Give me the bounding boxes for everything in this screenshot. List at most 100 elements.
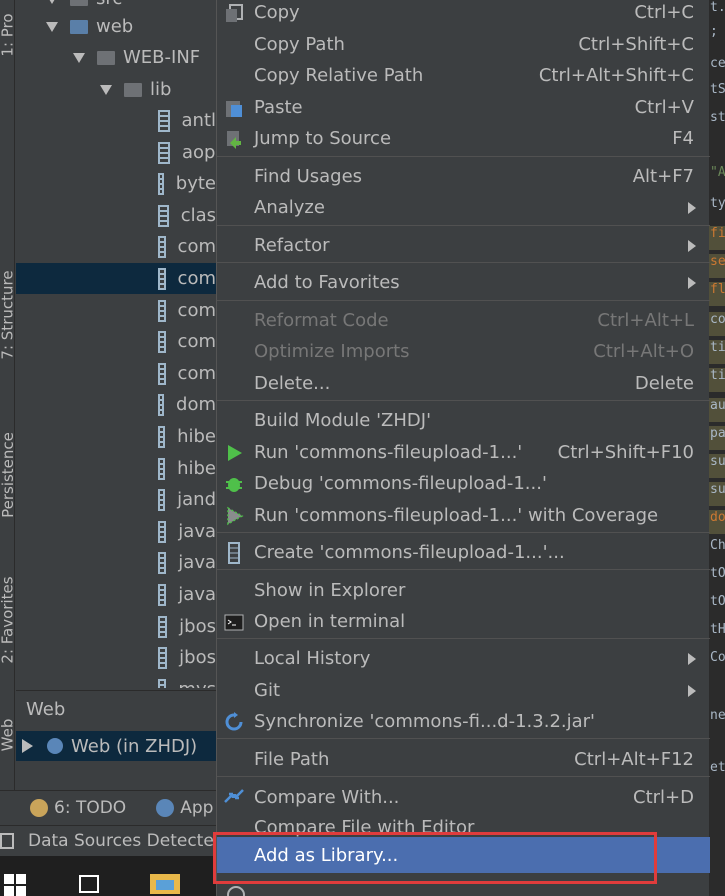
editor-code-line: Ch <box>710 538 725 553</box>
menu-item-create-configuration[interactable]: Create 'commons-fileupload-1...'... <box>217 537 710 568</box>
menu-item-jump-to-source[interactable]: Jump to Source F4 <box>217 123 710 154</box>
jar-file-icon <box>158 267 166 290</box>
menu-item-paste[interactable]: Paste Ctrl+V <box>217 92 710 123</box>
tree-row-label: java <box>178 521 216 542</box>
menu-item-find-usages[interactable]: Find Usages Alt+F7 <box>217 161 710 192</box>
project-tool-tab[interactable]: 1: Pro <box>0 0 17 70</box>
web-facet-item[interactable]: Web (in ZHDJ) <box>16 731 216 761</box>
editor-code-line: ; <box>710 24 718 39</box>
tree-row-label: jand <box>177 489 216 510</box>
folder-icon <box>70 0 88 6</box>
menu-item-open-in-terminal[interactable]: Open in terminal <box>217 606 710 637</box>
web-tool-tab[interactable]: Web <box>0 700 17 770</box>
menu-item-local-history[interactable]: Local History <box>217 643 710 674</box>
editor-code-line: "A <box>710 165 725 180</box>
tree-row-jar[interactable]: com <box>16 263 216 294</box>
tree-row-jar[interactable]: jbos <box>16 611 216 642</box>
tree-row-jar[interactable]: dom <box>16 389 216 420</box>
editor-area[interactable]: t.; ce tS st "A ty fi se fl co ti ti au pa su su do Ch tO t… <box>708 0 725 896</box>
editor-code-line: ty <box>710 196 725 211</box>
collapse-arrow-icon[interactable] <box>46 0 58 4</box>
project-tree: src web WEB-INF lib antlaopbyteclascomco… <box>16 0 216 688</box>
jar-file-icon <box>158 488 166 511</box>
persistence-tool-tab[interactable]: Persistence <box>0 420 17 530</box>
jar-file-icon <box>158 615 168 638</box>
editor-code-line: tO <box>710 566 725 581</box>
folder-icon <box>97 50 115 65</box>
menu-item-add-as-library[interactable]: Add as Library... <box>217 837 710 873</box>
menu-item-show-in-explorer[interactable]: Show in Explorer <box>217 575 710 606</box>
jar-file-icon <box>158 299 166 322</box>
left-tool-strip: 1: Pro 7: Structure Persistence 2: Favor… <box>0 0 17 790</box>
menu-item-delete[interactable]: Delete... Delete <box>217 368 710 399</box>
editor-code-line: ne <box>710 708 725 723</box>
menu-item-run[interactable]: Run 'commons-fileupload-1...' Ctrl+Shift… <box>217 437 710 468</box>
tree-row-jar[interactable]: hibe <box>16 453 216 484</box>
tree-row-jar[interactable]: byte <box>16 168 216 199</box>
menu-item-compare-with-editor[interactable]: Compare File with Editor <box>217 813 710 837</box>
tree-row-jar[interactable]: antl <box>16 105 216 136</box>
status-toggle-icon[interactable] <box>0 833 14 849</box>
menu-item-analyze[interactable]: Analyze <box>217 192 710 223</box>
tree-row-lib[interactable]: lib <box>16 74 216 105</box>
tree-row-jar[interactable]: com <box>16 358 216 389</box>
todo-tab[interactable]: 6: TODO <box>54 798 126 818</box>
collapse-arrow-icon[interactable] <box>46 21 58 32</box>
menu-item-debug[interactable]: Debug 'commons-fileupload-1...' <box>217 468 710 499</box>
file-explorer-icon[interactable] <box>150 874 180 894</box>
tree-row-jar[interactable]: mys <box>16 674 216 688</box>
editor-code-line: t. <box>710 0 725 15</box>
tree-row-label: hibe <box>177 458 216 479</box>
tree-row-jar[interactable]: aop <box>16 137 216 168</box>
menu-item-build-module[interactable]: Build Module 'ZHDJ' <box>217 405 710 436</box>
tree-row-jar[interactable]: java <box>16 579 216 610</box>
tree-row-jar[interactable]: clas <box>16 200 216 231</box>
menu-item-file-path[interactable]: File Path Ctrl+Alt+F12 <box>217 744 710 775</box>
editor-code-line: et <box>710 760 725 775</box>
tree-row-webinf[interactable]: WEB-INF <box>16 42 216 73</box>
tree-row-jar[interactable]: jbos <box>16 642 216 673</box>
favorites-tool-tab[interactable]: 2: Favorites <box>0 560 17 680</box>
tree-row-jar[interactable]: com <box>16 326 216 357</box>
structure-tool-tab[interactable]: 7: Structure <box>0 260 17 370</box>
menu-item-run-with-coverage[interactable]: Run 'commons-fileupload-1...' with Cover… <box>217 500 710 531</box>
windows-taskbar <box>0 856 216 896</box>
tree-row-jar[interactable]: com <box>16 231 216 262</box>
tree-row-label: com <box>177 300 216 321</box>
menu-item-reformat-code: Reformat Code Ctrl+Alt+L <box>254 310 694 331</box>
menu-item-add-to-favorites[interactable]: Add to Favorites <box>217 267 710 298</box>
tree-row-jar[interactable]: java <box>16 547 216 578</box>
bottom-tool-bar: 6: TODO App <box>0 790 216 825</box>
tree-row-jar[interactable]: jand <box>16 484 216 515</box>
submenu-arrow-icon <box>688 201 696 214</box>
tree-row-jar[interactable]: java <box>16 516 216 547</box>
menu-item-synchronize[interactable]: Synchronize 'commons-fi...d-1.3.2.jar' <box>217 706 710 737</box>
tree-row-web[interactable]: web <box>16 11 216 42</box>
menu-item-compare-with[interactable]: Compare With... Ctrl+D <box>217 782 710 813</box>
menu-separator <box>217 532 710 533</box>
tree-row-jar[interactable]: hibe <box>16 421 216 452</box>
expand-arrow-icon[interactable] <box>22 739 33 753</box>
collapse-arrow-icon[interactable] <box>100 84 112 95</box>
menu-separator <box>217 738 710 739</box>
menu-separator <box>217 400 710 401</box>
folder-icon <box>124 82 142 97</box>
menu-item-refactor[interactable]: Refactor <box>217 230 710 261</box>
jump-to-source-icon <box>223 128 245 150</box>
menu-item-copy-relative-path[interactable]: Copy Relative Path Ctrl+Alt+Shift+C <box>217 60 710 91</box>
jar-file-icon <box>158 393 165 416</box>
editor-code-line: tS <box>710 82 725 97</box>
collapse-arrow-icon[interactable] <box>73 52 85 63</box>
editor-code-line: su <box>710 482 725 497</box>
task-view-icon[interactable] <box>79 875 99 893</box>
menu-item-copy-path[interactable]: Copy Path Ctrl+Shift+C <box>217 29 710 60</box>
menu-item-git[interactable]: Git <box>217 675 710 706</box>
menu-item-copy[interactable]: Copy Ctrl+C <box>217 0 710 28</box>
windows-start-icon[interactable] <box>4 874 26 896</box>
jar-file-icon <box>158 330 166 353</box>
app-servers-tab[interactable]: App <box>180 798 213 818</box>
web-folder-icon <box>70 19 88 34</box>
status-text: Data Sources Detecte <box>28 831 214 851</box>
tree-row-jar[interactable]: com <box>16 295 216 326</box>
tree-row-label: antl <box>181 110 217 131</box>
